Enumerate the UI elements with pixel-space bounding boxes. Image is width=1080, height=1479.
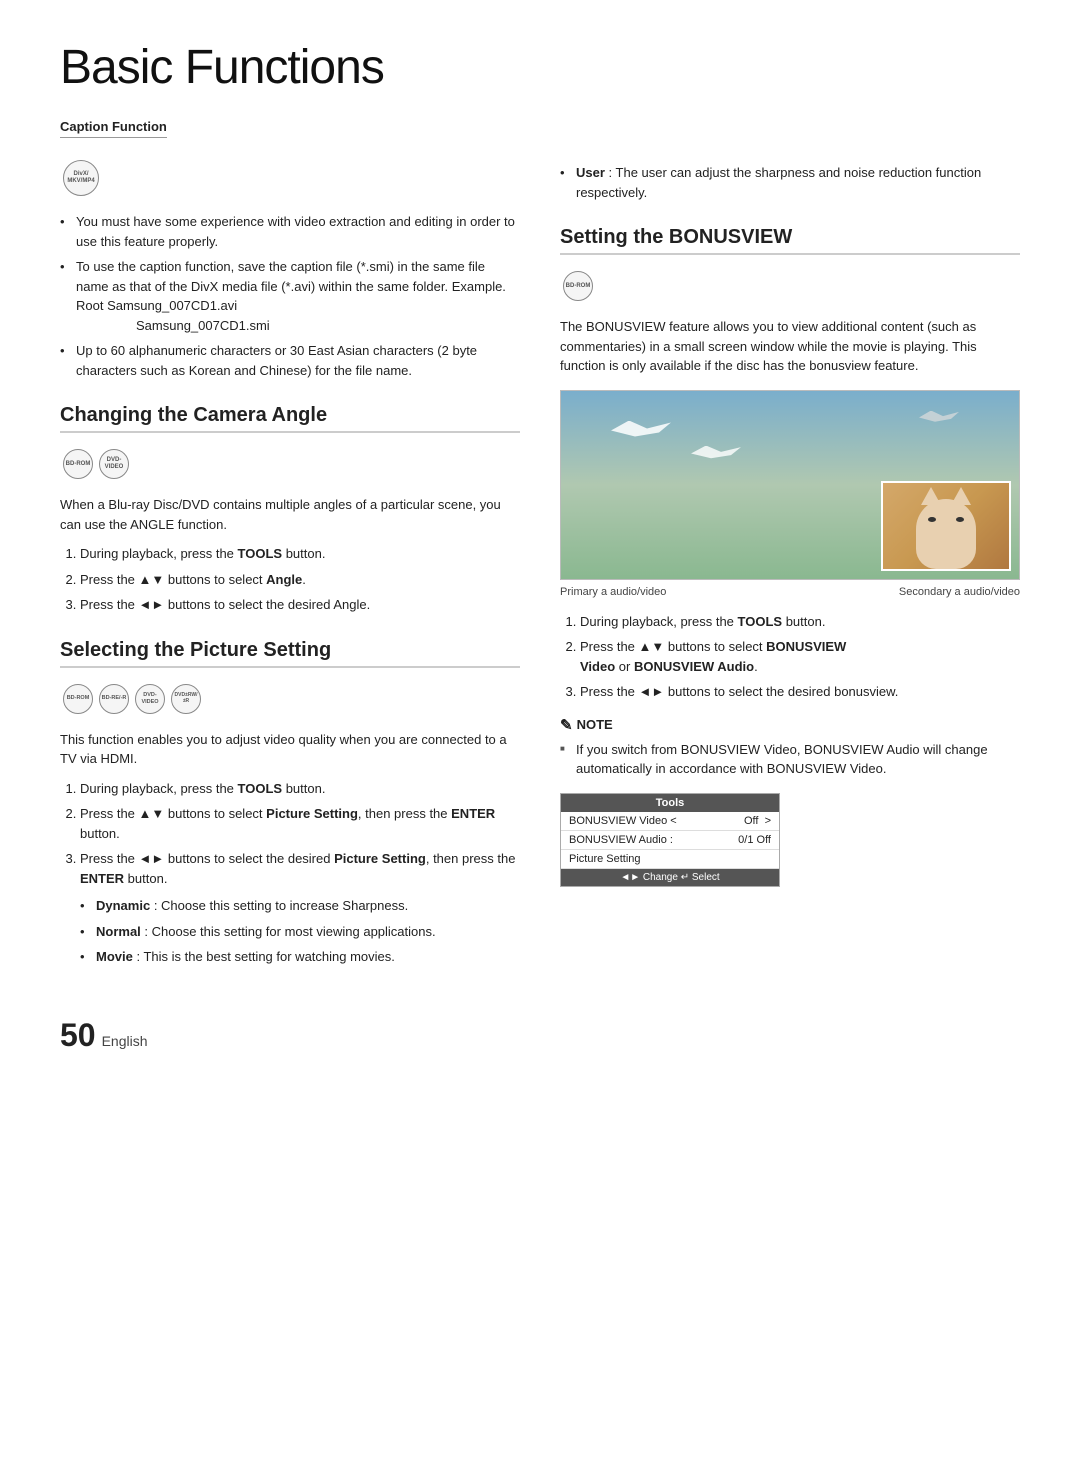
bonusview-note: NOTE If you switch from BONUSVIEW Video,… — [560, 716, 1020, 779]
cat-ear-right — [951, 487, 971, 505]
camera-angle-intro: When a Blu-ray Disc/DVD contains multipl… — [60, 495, 520, 534]
camera-angle-title: Changing the Camera Angle — [60, 404, 520, 433]
divx-mkv-mp4-icon: DivX/MKV/MP4 — [63, 160, 99, 196]
bonusview-icon-row: BD-ROM — [560, 267, 1020, 305]
picture-setting-steps: During playback, press the TOOLS button.… — [60, 779, 520, 967]
tools-table: Tools BONUSVIEW Video < Off > BONUSVIEW … — [560, 793, 780, 887]
picture-setting-icon-row: BD-ROM BD-RE/-R DVD-VIDEO DVD±RW/±R — [60, 680, 520, 718]
page-language: English — [102, 1033, 148, 1049]
bonusview-intro: The BONUSVIEW feature allows you to view… — [560, 317, 1020, 376]
caption-function-title: Caption Function — [60, 119, 167, 138]
dvd-video-icon2: DVD-VIDEO — [135, 684, 165, 714]
camera-angle-icon-row: BD-ROM DVD-VIDEO — [60, 445, 520, 483]
list-item: User : The user can adjust the sharpness… — [560, 163, 1020, 202]
list-item: Up to 60 alphanumeric characters or 30 E… — [60, 341, 520, 380]
tools-row-label: BONUSVIEW Video < — [569, 815, 677, 827]
list-item: Press the ◄► buttons to select the desir… — [80, 849, 520, 967]
caption-function-icon-row: DivX/MKV/MP4 — [60, 156, 520, 200]
picture-setting-section: Selecting the Picture Setting BD-ROM BD-… — [60, 639, 520, 967]
caption-function-section: Caption Function DivX/MKV/MP4 You must h… — [60, 119, 520, 380]
page-number: 50 — [60, 1017, 96, 1054]
primary-audio-video-label: Primary a audio/video — [560, 586, 666, 598]
bd-rom-icon3: BD-ROM — [563, 271, 593, 301]
list-item: Press the ◄► buttons to select the desir… — [580, 682, 1020, 702]
list-item: Press the ▲▼ buttons to select BONUSVIEW… — [580, 637, 1020, 676]
cat-ear-left — [921, 487, 941, 505]
cat-figure — [916, 499, 976, 569]
page-title: Basic Functions — [60, 40, 1020, 95]
page-number-row: 50 English — [60, 1017, 1020, 1054]
cat-eye-left — [928, 517, 936, 522]
list-item: Press the ▲▼ buttons to select Angle. — [80, 570, 520, 590]
bonusview-section: Setting the BONUSVIEW BD-ROM The BONUSVI… — [560, 226, 1020, 887]
picture-options: Dynamic : Choose this setting to increas… — [80, 896, 520, 967]
bd-rom-icon2: BD-ROM — [63, 684, 93, 714]
right-column: User : The user can adjust the sharpness… — [560, 119, 1020, 977]
tools-row-value: 0/1 Off — [738, 834, 771, 846]
bonusview-labels: Primary a audio/video Secondary a audio/… — [560, 586, 1020, 598]
camera-angle-section: Changing the Camera Angle BD-ROM DVD-VID… — [60, 404, 520, 615]
list-item: Movie : This is the best setting for wat… — [80, 947, 520, 967]
list-item: During playback, press the TOOLS button. — [80, 544, 520, 564]
tools-row-bonusview-audio: BONUSVIEW Audio : 0/1 Off — [561, 831, 779, 850]
tools-row-label: Picture Setting — [569, 853, 641, 865]
note-item: If you switch from BONUSVIEW Video, BONU… — [560, 740, 1020, 779]
bd-re-r-icon: BD-RE/-R — [99, 684, 129, 714]
list-item: You must have some experience with video… — [60, 212, 520, 251]
caption-function-bullets: You must have some experience with video… — [60, 212, 520, 380]
secondary-video-window — [881, 481, 1011, 571]
user-bullet: User : The user can adjust the sharpness… — [560, 163, 1020, 202]
dvd-rw-icon: DVD±RW/±R — [171, 684, 201, 714]
tools-row-label: BONUSVIEW Audio : — [569, 834, 673, 846]
bonusview-image — [560, 390, 1020, 580]
tools-table-header: Tools — [561, 794, 779, 812]
list-item: Dynamic : Choose this setting to increas… — [80, 896, 520, 916]
list-item: Press the ◄► buttons to select the desir… — [80, 595, 520, 615]
secondary-audio-video-label: Secondary a audio/video — [899, 586, 1020, 598]
cat-eye-right — [956, 517, 964, 522]
picture-setting-title: Selecting the Picture Setting — [60, 639, 520, 668]
bd-rom-icon: BD-ROM — [63, 449, 93, 479]
tools-row-value: Off > — [744, 815, 771, 827]
bonusview-steps: During playback, press the TOOLS button.… — [560, 612, 1020, 702]
list-item: Normal : Choose this setting for most vi… — [80, 922, 520, 942]
list-item: During playback, press the TOOLS button. — [580, 612, 1020, 632]
list-item: During playback, press the TOOLS button. — [80, 779, 520, 799]
left-column: Caption Function DivX/MKV/MP4 You must h… — [60, 119, 520, 977]
tools-table-footer: ◄► Change ↵ Select — [561, 869, 779, 886]
note-title: NOTE — [560, 716, 1020, 734]
list-item: To use the caption function, save the ca… — [60, 257, 520, 335]
bonusview-title: Setting the BONUSVIEW — [560, 226, 1020, 255]
picture-setting-intro: This function enables you to adjust vide… — [60, 730, 520, 769]
tools-row-bonusview-video: BONUSVIEW Video < Off > — [561, 812, 779, 831]
tools-row-picture-setting: Picture Setting — [561, 850, 779, 869]
camera-angle-steps: During playback, press the TOOLS button.… — [60, 544, 520, 615]
list-item: Press the ▲▼ buttons to select Picture S… — [80, 804, 520, 843]
dvd-video-icon: DVD-VIDEO — [99, 449, 129, 479]
